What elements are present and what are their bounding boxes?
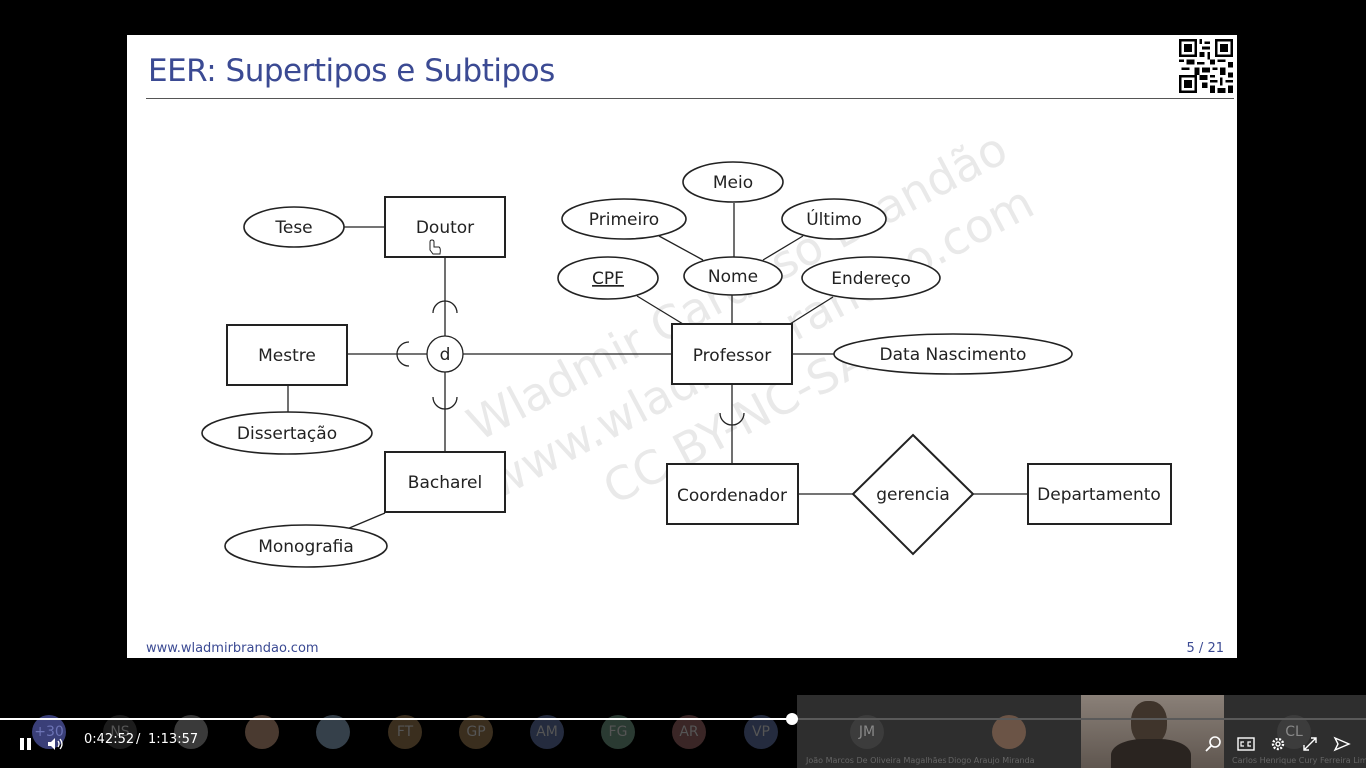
participant-avatar[interactable]: [992, 715, 1026, 749]
participant-avatar[interactable]: [316, 715, 350, 749]
page-number: 5 / 21: [1186, 641, 1224, 656]
pause-icon[interactable]: [16, 735, 36, 753]
attribute-label-meio: Meio: [713, 173, 753, 193]
footer-url: www.wladmirbrandao.com: [146, 641, 319, 656]
settings-icon[interactable]: [1268, 735, 1288, 753]
entity-label-departamento: Departamento: [1037, 485, 1161, 505]
eer-diagram: Wladmir Cardoso Brandão www.wladmirbrand…: [201, 121, 1172, 568]
attribute-label-data-nascimento: Data Nascimento: [880, 345, 1027, 365]
fullscreen-icon[interactable]: [1300, 735, 1320, 753]
attribute-label-endereco: Endereço: [831, 269, 911, 289]
participant-name: Carlos Henrique Cury Ferreira Lima: [1232, 756, 1366, 765]
participant-avatar[interactable]: GP: [459, 715, 493, 749]
speaker-body: [1111, 739, 1191, 768]
specialization-circle: d: [426, 335, 464, 373]
entity-label-coordenador: Coordenador: [677, 486, 787, 506]
participant-avatar[interactable]: AM: [530, 715, 564, 749]
participant-avatar[interactable]: FT: [388, 715, 422, 749]
attribute-label-nome: Nome: [708, 267, 758, 287]
current-time: 0:42:52: [84, 732, 135, 747]
search-icon[interactable]: [1204, 735, 1224, 753]
attribute-label-ultimo: Último: [806, 208, 862, 230]
entity-label-doutor: Doutor: [416, 218, 474, 238]
attribute-label-tese: Tese: [274, 218, 312, 238]
attribute-label-dissertacao: Dissertação: [237, 424, 337, 444]
participant-avatar[interactable]: FG: [601, 715, 635, 749]
attribute-label-cpf: CPF: [592, 269, 624, 289]
participant-name: João Marcos De Oliveira Magalhães: [806, 756, 947, 765]
participant-avatar[interactable]: [245, 715, 279, 749]
participant-name: Diogo Araujo Miranda: [948, 756, 1035, 765]
entity-label-professor: Professor: [693, 346, 772, 366]
participant-avatar[interactable]: JM: [850, 715, 884, 749]
time-separator: /: [136, 732, 141, 747]
relationship-label: gerencia: [876, 485, 950, 505]
player-bar: +30 NS FT GP AM FG AR VP JM João Marcos …: [0, 695, 1366, 768]
attribute-label-primeiro: Primeiro: [589, 210, 659, 230]
speaker-video-tile[interactable]: [1081, 695, 1224, 768]
participant-avatar[interactable]: AR: [672, 715, 706, 749]
attribute-label-monografia: Monografia: [258, 537, 354, 557]
presentation-slide: EER: Supertipos e Subtipos Wladmir Cardo…: [127, 35, 1237, 658]
volume-icon[interactable]: [46, 735, 66, 753]
progress-scrubber[interactable]: [785, 713, 798, 725]
participant-avatar[interactable]: VP: [744, 715, 778, 749]
share-icon[interactable]: [1332, 735, 1352, 753]
entity-label-mestre: Mestre: [258, 346, 316, 366]
entity-label-bacharel: Bacharel: [408, 473, 482, 493]
specialization-symbol: d: [440, 345, 451, 365]
captions-icon[interactable]: [1236, 735, 1256, 753]
duration: 1:13:57: [148, 732, 199, 747]
progress-fill: [0, 718, 792, 720]
